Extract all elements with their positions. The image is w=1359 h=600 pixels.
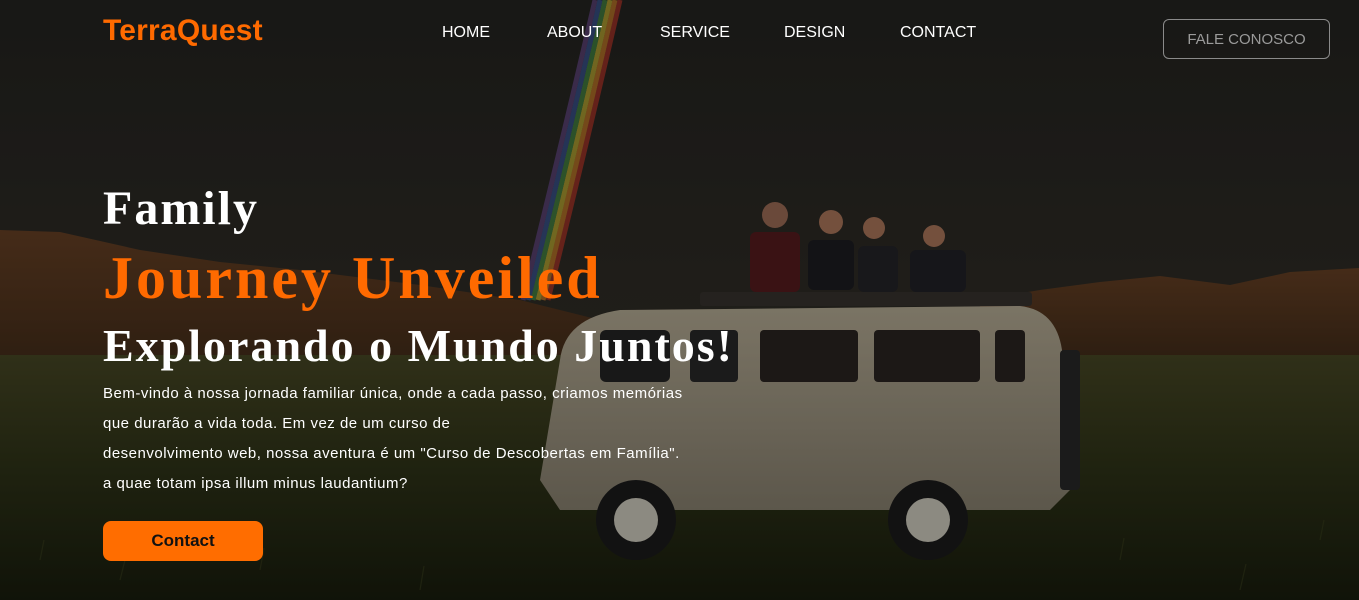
contact-button[interactable]: Contact <box>103 521 263 561</box>
brand-logo[interactable]: TerraQuest <box>103 14 263 48</box>
hero-description-line: a quae totam ipsa illum minus laudantium… <box>103 475 408 492</box>
hero-description-line: Bem-vindo à nossa jornada familiar única… <box>103 385 683 402</box>
fale-conosco-button[interactable]: FALE CONOSCO <box>1163 19 1330 59</box>
nav-item-home[interactable]: HOME <box>442 24 490 42</box>
hero-title-journey: Journey Unveiled <box>103 245 603 311</box>
hero-description: Bem-vindo à nossa jornada familiar única… <box>103 379 773 499</box>
hero-section: TerraQuest HOME ABOUT SERVICE DESIGN CON… <box>0 0 1359 600</box>
hero-description-line: que durarão a vida toda. Em vez de um cu… <box>103 415 451 432</box>
hero-title-family: Family <box>103 182 259 235</box>
hero-description-line: desenvolvimento web, nossa aventura é um… <box>103 445 680 462</box>
nav-item-service[interactable]: SERVICE <box>660 24 730 42</box>
hero-subtitle: Explorando o Mundo Juntos! <box>103 320 734 371</box>
nav-item-design[interactable]: DESIGN <box>784 24 845 42</box>
nav-item-about[interactable]: ABOUT <box>547 24 602 42</box>
nav-item-contact[interactable]: CONTACT <box>900 24 976 42</box>
